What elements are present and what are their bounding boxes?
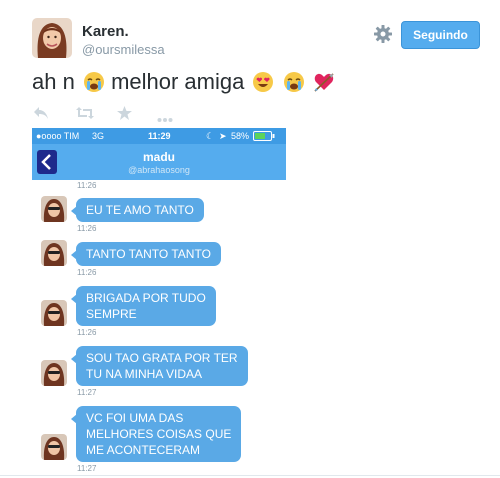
message-time: 11:27 (77, 388, 97, 397)
author-name[interactable]: Karen. (82, 23, 129, 40)
avatar (41, 196, 67, 222)
following-button[interactable]: Seguindo (401, 21, 480, 49)
avatar (41, 240, 67, 266)
message-time: 11:26 (77, 268, 97, 277)
message-time-header: 11:26 (77, 181, 97, 190)
author-avatar[interactable] (32, 18, 72, 58)
attached-screenshot[interactable]: ●oooo TIM 3G 11:29 ☾ ➤ 58% madu @abrahao… (32, 128, 286, 478)
message-time: 11:26 (77, 224, 97, 233)
message-bubble[interactable]: TANTO TANTO TANTO (71, 242, 221, 266)
location-icon: ➤ (219, 131, 227, 141)
contact-handle: @abrahaosong (128, 165, 190, 175)
contact-name: madu (142, 150, 175, 164)
message-bubble[interactable]: EU TE AMO TANTO (71, 198, 204, 222)
tweet-text: ah n melhor amiga (32, 69, 335, 95)
gear-icon[interactable] (373, 24, 393, 44)
message-bubble[interactable]: VC FOI UMA DAS MELHORES COISAS QUE ME AC… (70, 406, 242, 462)
heart-arrow-icon (314, 73, 334, 92)
message-bubble[interactable]: SOU TAO GRATA POR TER TU NA MINHA VIDAA (71, 346, 248, 386)
reply-icon[interactable] (33, 106, 49, 125)
divider (0, 475, 500, 476)
heart-eyes-icon (253, 72, 274, 92)
message-time: 11:27 (77, 464, 97, 473)
author-handle[interactable]: @oursmilessa (82, 42, 165, 57)
clock-label: 11:29 (148, 131, 171, 141)
retweet-icon[interactable] (75, 106, 95, 125)
battery-label: 58% (231, 131, 250, 141)
moon-icon: ☾ (206, 131, 215, 141)
carrier-label: ●oooo TIM (36, 131, 80, 141)
battery-icon (253, 131, 275, 143)
avatar (41, 360, 67, 386)
avatar (41, 300, 67, 326)
conversation-header: madu @abrahaosong (32, 144, 286, 180)
tweet-text-part-2: melhor amiga (111, 69, 245, 94)
message-time: 11:26 (77, 328, 97, 337)
phone-status-bar: ●oooo TIM 3G 11:29 ☾ ➤ 58% (32, 128, 286, 144)
avatar (41, 434, 67, 460)
crying-face-icon (83, 72, 104, 92)
crying-face-icon-2 (283, 72, 304, 92)
network-label: 3G (92, 131, 105, 141)
star-icon[interactable] (117, 106, 132, 125)
tweet-text-part-1: ah n (32, 69, 75, 94)
tweet-card: Karen. @oursmilessa Seguindo ah n melhor… (0, 0, 500, 478)
more-icon[interactable] (157, 110, 173, 128)
message-bubble[interactable]: BRIGADA POR TUDO SEMPRE (71, 286, 216, 326)
